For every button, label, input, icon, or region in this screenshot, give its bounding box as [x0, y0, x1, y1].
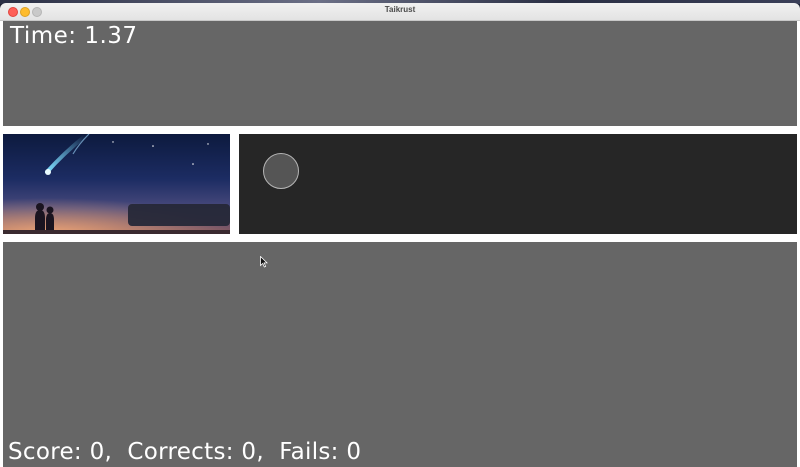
window-title: Taikrust — [384, 5, 416, 14]
score-value: 0 — [89, 439, 105, 465]
score-separator: , — [104, 439, 120, 465]
note-lane[interactable] — [239, 134, 797, 234]
fails-label: Fails: — [279, 439, 339, 465]
title-bar[interactable]: Taikrust — [0, 3, 800, 21]
app-window: Taikrust Time: 1.37 Score: 0, Corrects: … — [0, 0, 800, 467]
score-label: Score: — [8, 439, 82, 465]
score-display: Score: 0, Corrects: 0, Fails: 0 — [8, 439, 361, 465]
top-panel: Time: 1.37 — [3, 21, 797, 126]
mouse-pointer-icon — [260, 256, 268, 268]
corrects-separator: , — [256, 439, 272, 465]
song-artwork — [3, 134, 230, 234]
corrects-value: 0 — [241, 439, 257, 465]
corrects-label: Corrects: — [127, 439, 234, 465]
time-display: Time: 1.37 — [10, 23, 138, 49]
bottom-panel: Score: 0, Corrects: 0, Fails: 0 — [3, 242, 797, 467]
hit-target-circle[interactable] — [263, 153, 299, 189]
time-label: Time: — [10, 23, 77, 49]
fails-value: 0 — [346, 439, 362, 465]
artwork-scene-image — [3, 134, 230, 234]
game-canvas[interactable]: Time: 1.37 Score: 0, Corrects: 0, Fails:… — [0, 21, 800, 467]
time-value: 1.37 — [84, 23, 138, 49]
